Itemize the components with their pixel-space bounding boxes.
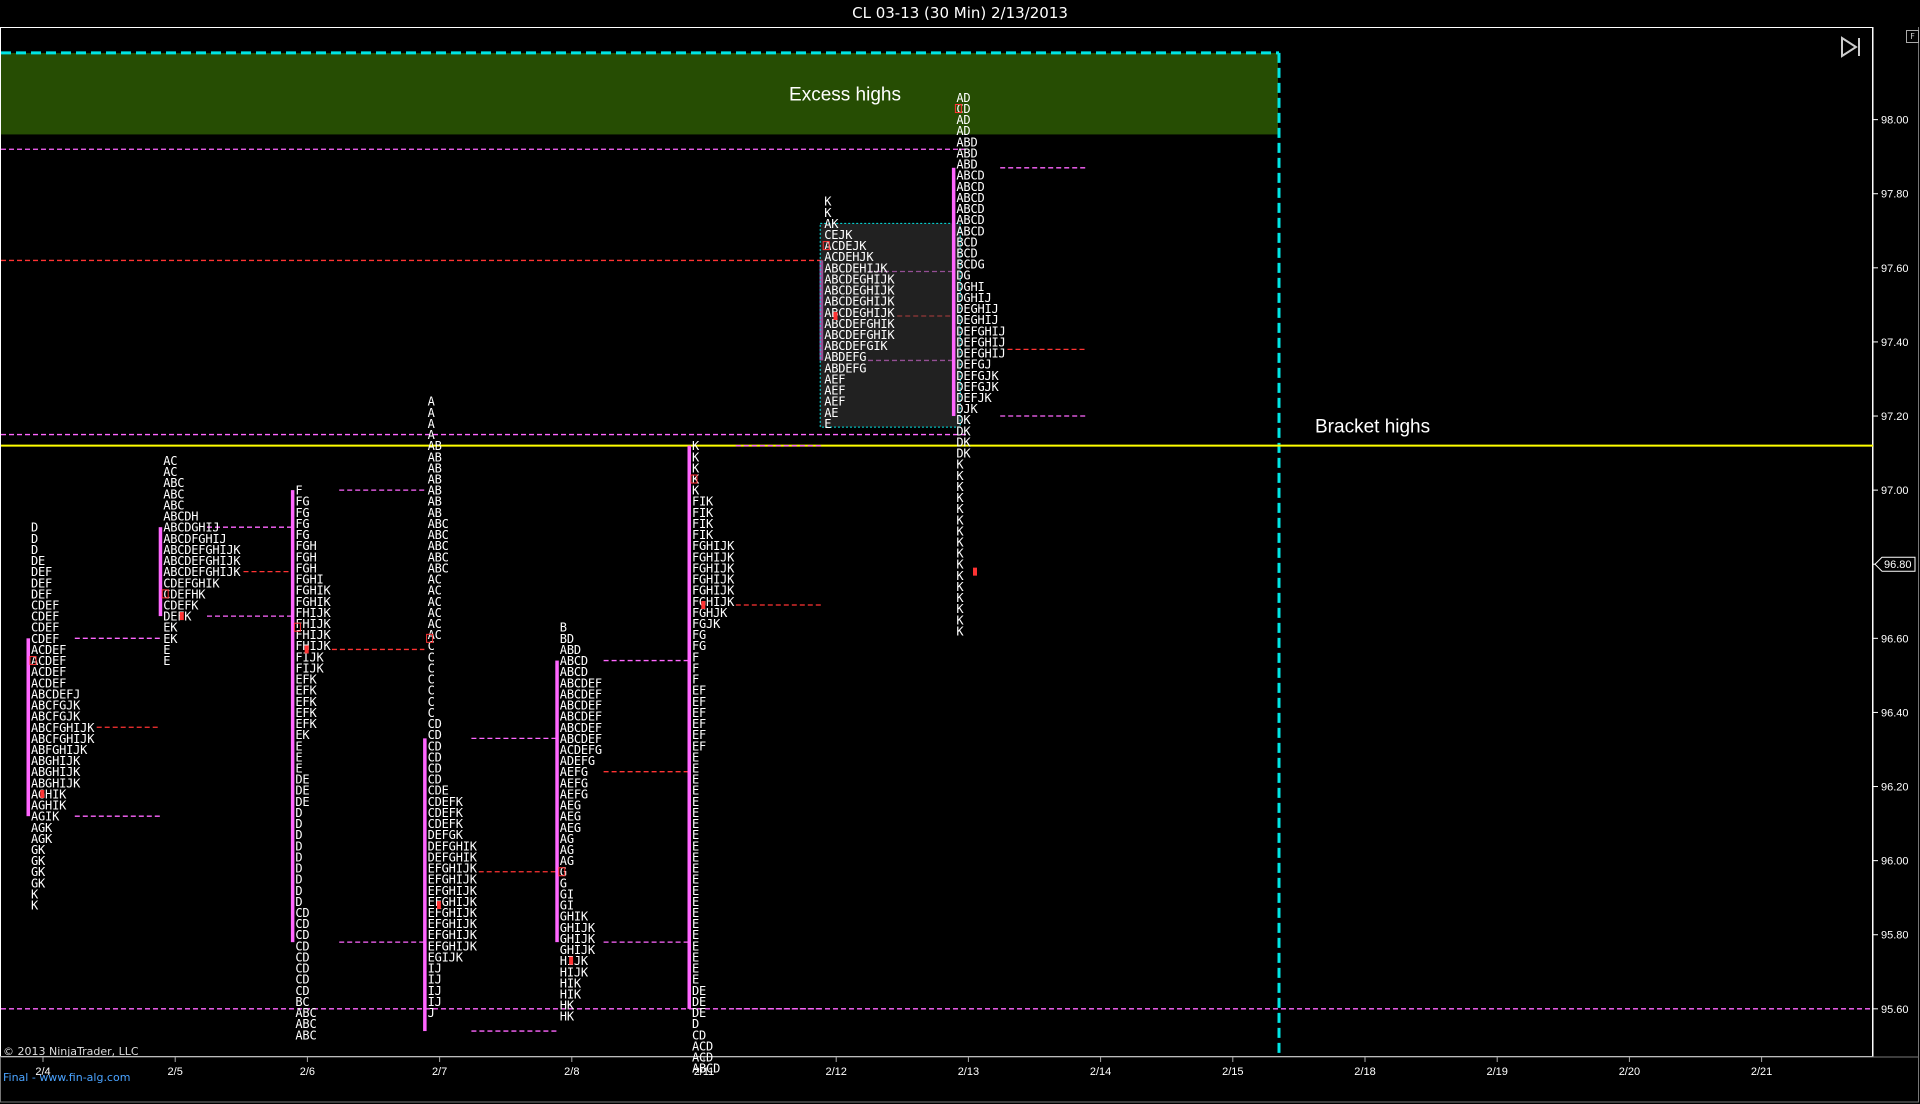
tpo-row: J xyxy=(428,1006,435,1020)
value-area-bar-2/5 xyxy=(158,527,163,617)
footer-link[interactable]: Final - www.fin-alg.com xyxy=(3,1071,130,1084)
close-marker-2/13 xyxy=(973,567,977,576)
x-tick-label: 2/14 xyxy=(1090,1066,1111,1078)
x-tick-label: 2/12 xyxy=(825,1066,846,1078)
y-tick-label: 97.20 xyxy=(1881,411,1909,423)
x-tick-label: 2/7 xyxy=(432,1066,447,1078)
x-tick-label: 2/6 xyxy=(300,1066,315,1078)
close-marker-2/5 xyxy=(179,612,184,621)
excess-highs-zone xyxy=(1,52,1278,135)
tpo-row: E xyxy=(163,654,170,668)
y-tick-label: 95.60 xyxy=(1881,1004,1909,1016)
chart-options-icon[interactable]: F xyxy=(1906,30,1919,43)
tpo-row: ABC xyxy=(295,1028,316,1042)
x-tick-label: 2/21 xyxy=(1751,1066,1772,1078)
x-tick-label: 2/13 xyxy=(958,1066,979,1078)
y-tick-label: 97.80 xyxy=(1881,189,1909,201)
y-tick-label: 97.00 xyxy=(1881,485,1909,497)
y-tick-label: 98.00 xyxy=(1881,115,1909,127)
x-tick-label: 2/20 xyxy=(1619,1066,1640,1078)
scroll-to-end-icon[interactable] xyxy=(1838,34,1864,60)
bracket-highs-label: Bracket highs xyxy=(1315,417,1430,438)
y-tick-label: 96.60 xyxy=(1881,633,1909,645)
market-profile-chart[interactable]: Excess highsBracket highsDDDDEDEFDEFDEFC… xyxy=(0,0,1920,1104)
x-tick-label: 2/19 xyxy=(1486,1066,1507,1078)
close-marker-2/7 xyxy=(436,901,441,910)
x-tick-label: 2/11 xyxy=(694,1066,715,1078)
close-marker-2/12 xyxy=(833,311,838,320)
tpo-row: E xyxy=(824,417,831,431)
plot-frame xyxy=(0,27,1873,1057)
y-tick-label: 96.20 xyxy=(1881,782,1909,794)
close-marker-2/6 xyxy=(304,645,309,654)
close-marker-2/4 xyxy=(40,789,45,798)
value-area-bar-2/8 xyxy=(555,660,559,943)
y-tick-label: 95.80 xyxy=(1881,930,1909,942)
tpo-row: HK xyxy=(560,1010,575,1024)
tpo-row: K xyxy=(31,899,39,913)
y-tick-label: 96.40 xyxy=(1881,707,1909,719)
time-axis-frame xyxy=(0,1056,1919,1103)
value-area-bar-2/13 xyxy=(951,167,956,417)
x-tick-label: 2/15 xyxy=(1222,1066,1243,1078)
copyright-text: © 2013 NinjaTrader, LLC xyxy=(3,1045,139,1058)
close-marker-2/8 xyxy=(569,956,574,965)
value-area-bar-2/11 xyxy=(687,445,691,1009)
value-area-bar-2/4 xyxy=(26,638,30,817)
y-tick-label: 97.40 xyxy=(1881,337,1909,349)
x-tick-label: 2/18 xyxy=(1354,1066,1375,1078)
x-tick-label: 2/8 xyxy=(564,1066,579,1078)
tpo-row: K xyxy=(956,624,964,638)
excess-highs-label: Excess highs xyxy=(789,85,901,106)
current-price-label: 96.80 xyxy=(1884,559,1912,571)
value-area-bar-2/7 xyxy=(423,738,427,1032)
x-tick-label: 2/5 xyxy=(168,1066,183,1078)
y-tick-label: 96.00 xyxy=(1881,856,1909,868)
value-area-bar-2/6 xyxy=(290,490,295,943)
close-marker-2/11 xyxy=(701,600,706,609)
y-tick-label: 97.60 xyxy=(1881,263,1909,275)
